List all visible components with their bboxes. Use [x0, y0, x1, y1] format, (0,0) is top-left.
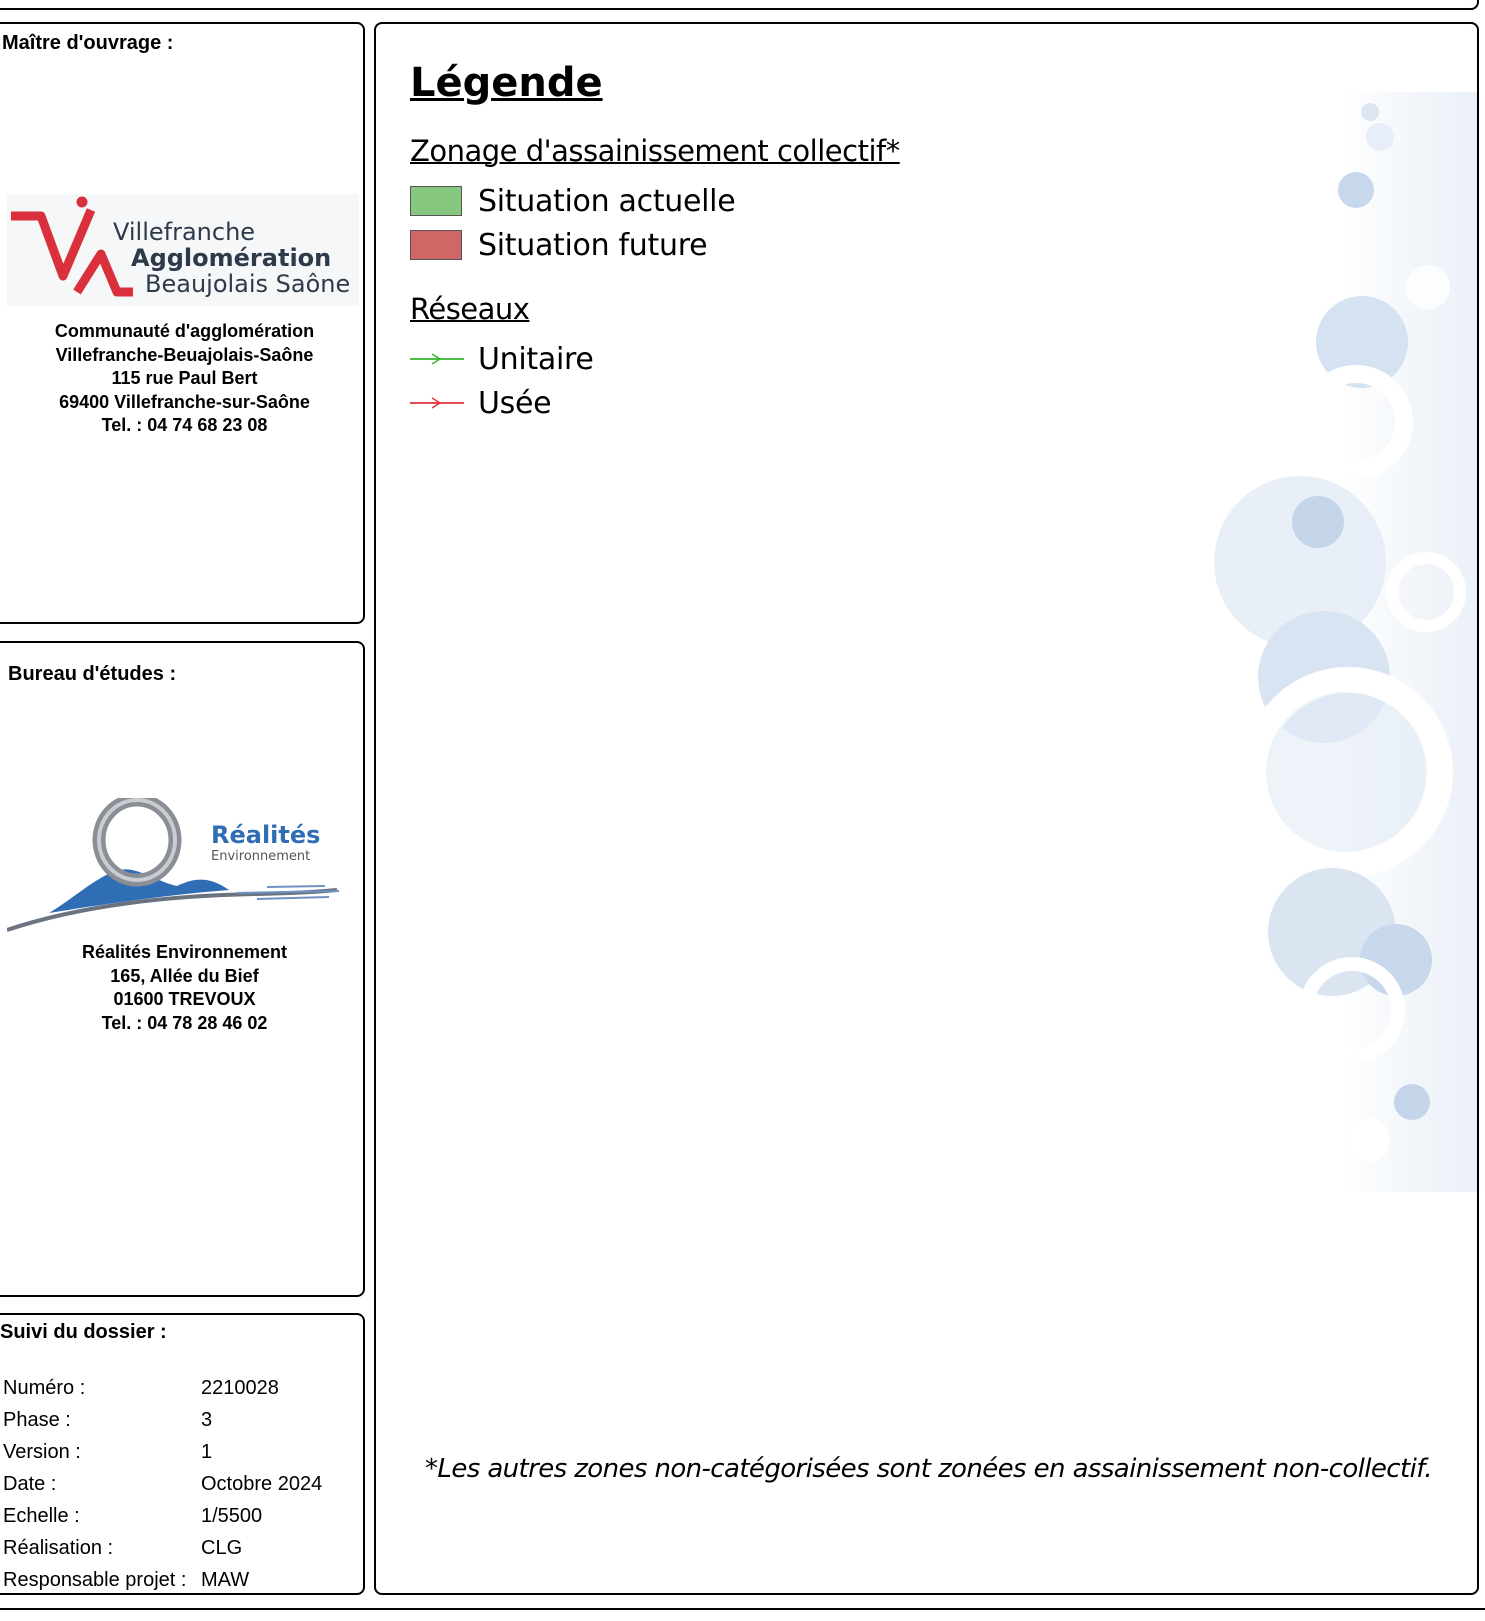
legend-label: Unitaire	[478, 341, 594, 377]
svg-text:Villefranche: Villefranche	[113, 218, 255, 246]
suivi-value: 1	[201, 1440, 213, 1463]
suivi-label: Réalisation :	[3, 1536, 114, 1559]
table-row: Numéro : 2210028	[3, 1372, 322, 1404]
suivi-label: Numéro :	[3, 1376, 86, 1399]
legend-label: Situation future	[478, 227, 708, 263]
owner-address-line: 115 rue Paul Bert	[111, 368, 258, 388]
suivi-value: MAW	[201, 1568, 250, 1591]
table-row: Date : Octobre 2024	[3, 1468, 322, 1500]
svg-text:Réalités: Réalités	[211, 821, 320, 849]
svg-text:Environnement: Environnement	[211, 849, 310, 864]
green-arrow-line-icon	[410, 353, 464, 365]
legend-item-situation-future: Situation future	[410, 227, 708, 263]
owner-address-line: Villefranche-Beuajolais-Saône	[55, 344, 314, 365]
table-row: Responsable projet : MAW	[3, 1564, 322, 1596]
suivi-label: Date :	[3, 1472, 57, 1495]
bureau-address-line: 01600 TREVOUX	[113, 989, 256, 1009]
legend-item-usee: Usée	[410, 385, 552, 421]
re-logo-mark: Réalités Environnement	[6, 793, 340, 932]
owner-address-line: 69400 Villefranche-sur-Saône	[59, 391, 310, 412]
suivi-value: 1/5500	[201, 1504, 263, 1527]
decorative-bubbles	[1214, 92, 1477, 1192]
green-swatch	[410, 186, 462, 216]
table-row: Echelle : 1/5500	[3, 1500, 322, 1532]
legend-label: Situation actuelle	[478, 183, 736, 219]
bureau-panel: Bureau d'études : Réalités Environnement…	[0, 641, 365, 1297]
owner-address-line: Communauté d'agglomération	[54, 321, 315, 341]
svg-text:Beaujolais Saône: Beaujolais Saône	[145, 270, 350, 298]
suivi-label: Echelle :	[3, 1504, 80, 1527]
owner-address-line: Tel. : 04 74 68 23 08	[101, 415, 268, 435]
suivi-label: Phase :	[3, 1408, 71, 1431]
owner-panel: Maître d'ouvrage : Villefranche Agglomér…	[0, 22, 365, 624]
legend-title: Légende	[410, 60, 603, 106]
suivi-value: 3	[201, 1408, 213, 1431]
table-row: Phase : 3	[3, 1404, 322, 1436]
red-swatch	[410, 230, 462, 260]
realites-environnement-logo: Réalités Environnement	[6, 793, 359, 938]
reseaux-heading: Réseaux	[410, 292, 530, 326]
red-arrow-line-icon	[410, 397, 464, 409]
bureau-address: Réalités Environnement 165, Allée du Bie…	[2, 941, 367, 1035]
svg-text:Agglomération: Agglomération	[131, 244, 331, 272]
table-row: Réalisation : CLG	[3, 1532, 322, 1564]
owner-title: Maître d'ouvrage :	[2, 32, 174, 54]
suivi-label: Version :	[3, 1440, 81, 1463]
suivi-table: Numéro : 2210028 Phase : 3 Version : 1 Date…	[3, 1372, 322, 1596]
zonage-heading: Zonage d'assainissement collectif*	[410, 134, 900, 168]
suivi-label: Responsable projet :	[3, 1568, 187, 1591]
suivi-value: 2210028	[201, 1376, 279, 1399]
top-frame	[0, 0, 1479, 10]
suivi-panel: Suivi du dossier : Numéro : 2210028 Phase…	[0, 1313, 365, 1595]
legend-item-situation-actuelle: Situation actuelle	[410, 183, 736, 219]
suivi-value: Octobre 2024	[201, 1472, 323, 1495]
villefranche-agglomeration-logo: Villefranche Agglomération Beaujolais Sa…	[7, 194, 359, 306]
suivi-value: CLG	[201, 1536, 243, 1559]
bureau-address-line: Réalités Environnement	[81, 942, 288, 962]
suivi-title: Suivi du dossier :	[0, 1321, 167, 1343]
table-row: Version : 1	[3, 1436, 322, 1468]
bureau-title: Bureau d'études :	[8, 663, 177, 685]
legend-panel: Légende Zonage d'assainissement collecti…	[374, 22, 1479, 1595]
vab-logo-mark: Villefranche Agglomération Beaujolais Sa…	[11, 196, 350, 298]
owner-address: Communauté d'agglomération Villefranche-…	[2, 320, 367, 438]
bottom-rule	[0, 1608, 1485, 1610]
legend-label: Usée	[478, 385, 552, 421]
bureau-address-line: Tel. : 04 78 28 46 02	[101, 1012, 268, 1033]
legend-item-unitaire: Unitaire	[410, 341, 594, 377]
bureau-address-line: 165, Allée du Bief	[110, 965, 259, 986]
legend-footnote: *Les autres zones non-catégorisées sont …	[425, 1454, 1433, 1484]
